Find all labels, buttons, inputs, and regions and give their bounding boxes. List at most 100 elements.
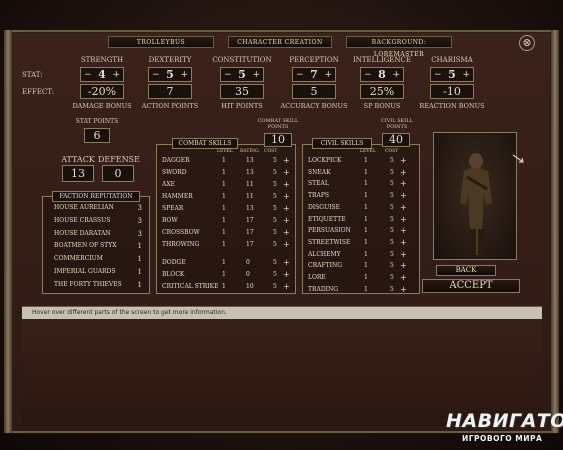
skill-rating: 17: [246, 217, 254, 224]
skill-plus-button[interactable]: +: [400, 237, 407, 249]
skill-level: 1: [364, 238, 368, 246]
skill-plus-button[interactable]: +: [283, 239, 290, 251]
skill-plus-button[interactable]: +: [283, 203, 290, 215]
combat-skill-row[interactable]: SWORD 1 13 5 +: [158, 167, 294, 179]
civil-points-label: CIVIL SKILL POINTS: [380, 118, 414, 130]
combat-skill-row[interactable]: AXE 1 11 5 +: [158, 179, 294, 191]
attribute-effect: 25%: [360, 84, 404, 99]
attribute-name: CHARISMA: [431, 56, 473, 64]
skill-name: CRITICAL STRIKE: [162, 283, 219, 290]
skill-plus-button[interactable]: +: [283, 281, 290, 293]
skill-cost: 5: [390, 180, 394, 188]
civil-skill-row[interactable]: TRAPS 1 5 +: [304, 190, 418, 202]
effect-row-label: EFFECT:: [22, 88, 55, 96]
civil-skill-row[interactable]: CRAFTING 1 5 +: [304, 260, 418, 272]
skill-name: PERSUASION: [308, 227, 351, 235]
skill-name: DISGUISE: [308, 203, 341, 211]
portrait-arrow-icon[interactable]: [511, 152, 525, 166]
plus-button[interactable]: +: [180, 70, 188, 80]
info-panel: Hover over different parts of the screen…: [22, 306, 542, 426]
minus-button[interactable]: −: [296, 70, 304, 80]
combat-skill-row[interactable]: DODGE 1 0 5 +: [158, 257, 294, 269]
skill-plus-button[interactable]: +: [283, 167, 290, 179]
skill-plus-button[interactable]: +: [400, 260, 407, 272]
skill-plus-button[interactable]: +: [400, 167, 407, 179]
skill-plus-button[interactable]: +: [283, 257, 290, 269]
skill-rating: 10: [246, 283, 254, 290]
attribute-name: CONSTITUTION: [212, 56, 272, 64]
back-button[interactable]: BACK: [436, 265, 496, 276]
attribute-value: 8: [378, 68, 386, 81]
minus-button[interactable]: −: [434, 70, 442, 80]
civil-skill-row[interactable]: STREETWISE 1 5 +: [304, 237, 418, 249]
civil-skill-row[interactable]: PERSUASION 1 5 +: [304, 225, 418, 237]
combat-skill-row[interactable]: CRITICAL STRIKE 1 10 5 +: [158, 281, 294, 293]
minus-button[interactable]: −: [364, 70, 372, 80]
combat-skill-row[interactable]: CROSSBOW 1 17 5 +: [158, 227, 294, 239]
civil-skill-row[interactable]: STEAL 1 5 +: [304, 178, 418, 190]
skill-cost: 5: [390, 203, 394, 211]
civil-col-level: LEVEL: [360, 149, 376, 154]
skill-plus-button[interactable]: +: [400, 214, 407, 226]
skill-plus-button[interactable]: +: [283, 191, 290, 203]
character-portrait[interactable]: [433, 132, 517, 260]
attribute-name: STRENGTH: [80, 56, 124, 64]
skill-plus-button[interactable]: +: [283, 269, 290, 281]
civil-skill-row[interactable]: DISGUISE 1 5 +: [304, 202, 418, 214]
skill-level: 1: [364, 274, 368, 281]
faction-row: HOUSE DARATAN 3: [46, 228, 146, 240]
skill-plus-button[interactable]: +: [400, 284, 407, 296]
faction-row: IMPERIAL GUARDS 1: [46, 266, 146, 278]
civil-skill-row[interactable]: LOCKPICK 1 5 +: [304, 155, 418, 167]
minus-button[interactable]: −: [224, 70, 232, 80]
attribute-stepper: −4 +: [80, 67, 124, 82]
plus-button[interactable]: +: [462, 70, 470, 80]
skill-rating: 11: [246, 193, 254, 200]
skill-level: 1: [222, 217, 226, 224]
combat-skill-row[interactable]: BLOCK 1 0 5 +: [158, 269, 294, 281]
plus-button[interactable]: +: [252, 70, 260, 80]
skill-plus-button[interactable]: +: [400, 249, 407, 261]
civil-skill-row[interactable]: LORE 1 5 +: [304, 272, 418, 284]
attribute-name: DEXTERITY: [148, 56, 192, 64]
skill-plus-button[interactable]: +: [283, 155, 290, 167]
skill-rating: 13: [246, 157, 254, 164]
civil-skill-row[interactable]: TRADING 1 5 +: [304, 284, 418, 296]
combat-skill-row[interactable]: THROWING 1 17 5 +: [158, 239, 294, 251]
combat-skill-row[interactable]: DAGGER 1 13 5 +: [158, 155, 294, 167]
game-screen: TROLLEYBUS CHARACTER CREATION BACKGROUND…: [0, 0, 563, 450]
stat-points-label: STAT POINTS: [75, 118, 119, 125]
skill-level: 1: [364, 180, 368, 188]
skill-cost: 5: [390, 168, 394, 176]
skill-plus-button[interactable]: +: [400, 178, 407, 190]
combat-skill-row[interactable]: BOW 1 17 5 +: [158, 215, 294, 227]
plus-button[interactable]: +: [112, 70, 120, 80]
combat-skill-row[interactable]: SPEAR 1 13 5 +: [158, 203, 294, 215]
skill-plus-button[interactable]: +: [400, 225, 407, 237]
plus-button[interactable]: +: [392, 70, 400, 80]
accept-button[interactable]: ACCEPT: [422, 279, 520, 293]
screen-title: CHARACTER CREATION: [228, 36, 332, 48]
minus-button[interactable]: −: [152, 70, 160, 80]
skill-cost: 5: [273, 205, 277, 212]
civil-skill-row[interactable]: SNEAK 1 5 +: [304, 167, 418, 179]
combat-skill-row[interactable]: HAMMER 1 11 5 +: [158, 191, 294, 203]
skill-level: 1: [364, 168, 368, 176]
skill-plus-button[interactable]: +: [400, 202, 407, 214]
skill-plus-button[interactable]: +: [283, 215, 290, 227]
skill-rating: 0: [246, 259, 250, 266]
minus-button[interactable]: −: [84, 70, 92, 80]
skill-plus-button[interactable]: +: [400, 190, 407, 202]
close-icon[interactable]: ⊗: [519, 35, 535, 51]
faction-value: 1: [137, 255, 142, 264]
plus-button[interactable]: +: [324, 70, 332, 80]
skill-name: ETIQUETTE: [308, 215, 346, 223]
skill-plus-button[interactable]: +: [283, 179, 290, 191]
civil-skill-row[interactable]: ETIQUETTE 1 5 +: [304, 214, 418, 226]
skill-plus-button[interactable]: +: [283, 227, 290, 239]
faction-value: 1: [137, 268, 142, 276]
skill-plus-button[interactable]: +: [400, 272, 407, 284]
defense-value: 0: [102, 165, 134, 182]
skill-plus-button[interactable]: +: [400, 155, 407, 167]
civil-skill-row[interactable]: ALCHEMY 1 5 +: [304, 249, 418, 261]
